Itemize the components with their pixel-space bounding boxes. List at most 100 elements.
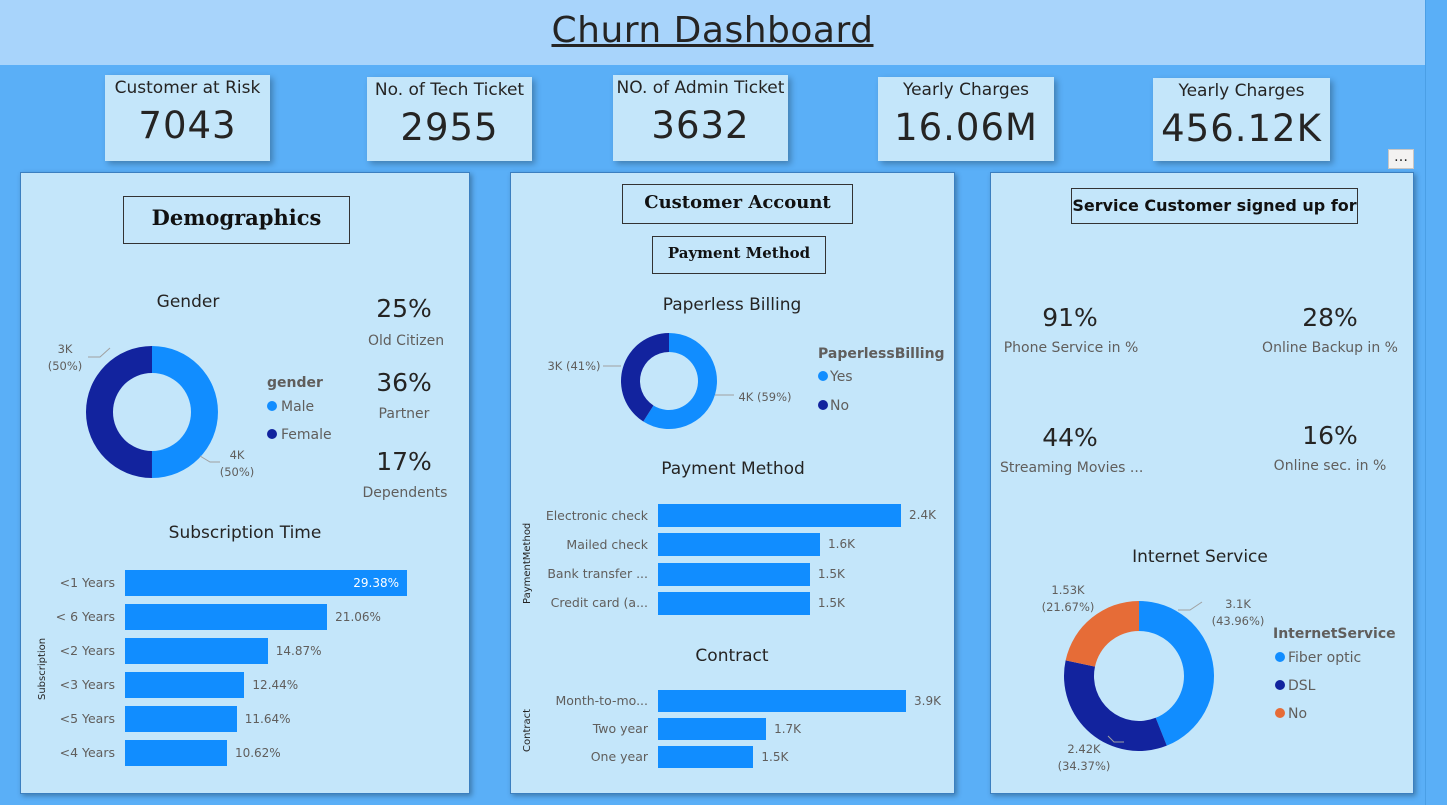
- category-label-mailed-check: Mailed check: [566, 536, 648, 552]
- label-percent: (21.67%): [1041, 600, 1095, 614]
- legend-item-no-internet[interactable]: No: [1275, 706, 1307, 722]
- online-security-label: Online sec. in %: [1273, 458, 1387, 474]
- legend-label: No: [830, 398, 850, 414]
- category-label-two-year: Two year: [592, 721, 648, 736]
- streaming-movies-label: Streaming Movies ...: [1000, 460, 1144, 476]
- legend-item-female[interactable]: Female: [267, 427, 332, 443]
- phone-service-label: Phone Service in %: [1003, 340, 1139, 356]
- kpi-card-yearly-charges: Yearly Charges 16.06M: [878, 77, 1054, 161]
- legend-dot: [1275, 652, 1285, 662]
- gender-leader-lines: [88, 347, 220, 463]
- page-title: Churn Dashboard: [551, 10, 874, 51]
- legend-label: Male: [281, 399, 315, 415]
- legend-item-dsl[interactable]: DSL: [1275, 678, 1315, 694]
- streaming-movies-value: 44%: [1042, 423, 1098, 452]
- data-label-6-years: 21.06%: [335, 609, 381, 624]
- bar-3-years[interactable]: [125, 672, 245, 698]
- bar-2-years[interactable]: [125, 638, 268, 664]
- category-label-electronic-check: Electronic check: [545, 507, 648, 523]
- services-heading: Service Customer signed up for: [1071, 188, 1358, 224]
- kpi-label: Customer at Risk: [114, 78, 261, 98]
- payment-method-subheading: Payment Method: [652, 236, 826, 274]
- partner-label: Partner: [378, 406, 430, 422]
- more-options-icon[interactable]: …: [1388, 149, 1414, 169]
- legend-item-no[interactable]: No: [818, 398, 849, 414]
- kpi-value: 456.12K: [1161, 107, 1322, 150]
- paperless-chart-title: Paperless Billing: [662, 295, 802, 315]
- category-label-1-years: <1 Years: [59, 575, 115, 590]
- old-citizen-label: Old Citizen: [367, 333, 445, 349]
- bar-two-year[interactable]: [658, 718, 767, 740]
- category-label-3-years: <3 Years: [59, 677, 115, 692]
- paperless-label-no: 3K (41%): [547, 359, 601, 373]
- kpi-card-customer-at-risk: Customer at Risk 7043: [105, 75, 270, 161]
- online-backup-label: Online Backup in %: [1262, 340, 1398, 356]
- kpi-label: Yearly Charges: [1178, 81, 1305, 101]
- data-label-2-years: 14.87%: [275, 643, 322, 658]
- legend-dot: [267, 429, 277, 439]
- data-label-1-years: 29.38%: [353, 575, 400, 590]
- contract-chart-title: Contract: [695, 646, 769, 666]
- label-value: 1.53K: [1051, 583, 1085, 597]
- legend-dot: [818, 371, 828, 381]
- bar-month-to-mo[interactable]: [658, 690, 906, 712]
- category-label-month-to-mo: Month-to-mo...: [555, 693, 648, 708]
- legend-item-male[interactable]: Male: [267, 399, 314, 415]
- category-label-6-years: < 6 Years: [55, 609, 115, 624]
- category-label-2-years: <2 Years: [59, 643, 115, 658]
- gender-legend-title: gender: [267, 375, 323, 391]
- phone-service-value: 91%: [1042, 303, 1098, 332]
- legend-label: Fiber optic: [1288, 650, 1362, 666]
- legend-item-yes[interactable]: Yes: [818, 369, 853, 385]
- bar-electronic-check[interactable]: [658, 504, 901, 527]
- kpi-label: No. of Tech Ticket: [374, 80, 525, 100]
- internet-label-dsl: 2.42K (34.37%): [1054, 741, 1114, 775]
- kpi-card-tech-ticket: No. of Tech Ticket 2955: [367, 77, 532, 161]
- bar-bank-transfer[interactable]: [658, 562, 810, 586]
- kpi-label: NO. of Admin Ticket: [616, 78, 785, 98]
- kpi-label: Yearly Charges: [902, 80, 1030, 100]
- category-label-credit-card-a: Credit card (a...: [550, 595, 648, 611]
- data-label-bank-transfer: 1.5K: [817, 566, 845, 581]
- data-label-3-years: 12.44%: [252, 677, 299, 692]
- online-security-value: 16%: [1302, 421, 1358, 450]
- kpi-value: 2955: [400, 106, 499, 149]
- bar-mailed-check[interactable]: [658, 533, 820, 557]
- bar-one-year[interactable]: [658, 746, 754, 768]
- category-label-4-years: <4 Years: [59, 745, 115, 760]
- data-label-mailed-check: 1.6K: [828, 537, 855, 552]
- legend-label: Yes: [830, 369, 853, 385]
- kpi-value: 7043: [138, 104, 237, 147]
- bar-credit-card-a[interactable]: [658, 591, 810, 615]
- scrollbar-track[interactable]: [1425, 0, 1447, 805]
- kpi-value: 16.06M: [894, 106, 1038, 149]
- data-label-two-year: 1.7K: [774, 721, 802, 736]
- legend-item-fiber-optic[interactable]: Fiber optic: [1275, 650, 1361, 666]
- gender-chart-title: Gender: [156, 292, 220, 312]
- label-value: 3.1K: [1225, 597, 1251, 611]
- customer-account-heading: Customer Account: [622, 184, 853, 224]
- internet-legend-title: InternetService: [1273, 626, 1396, 642]
- payment-method-chart-title: Payment Method: [661, 459, 805, 479]
- category-label-5-years: <5 Years: [59, 711, 115, 726]
- category-label-bank-transfer: Bank transfer ...: [547, 566, 648, 582]
- legend-label: No: [1288, 706, 1308, 722]
- online-backup-value: 28%: [1302, 303, 1358, 332]
- data-label-electronic-check: 2.4K: [909, 508, 936, 522]
- legend-dot: [818, 400, 828, 410]
- demographics-heading: Demographics: [123, 196, 350, 244]
- internet-label-no: 1.53K (21.67%): [1040, 582, 1096, 616]
- legend-dot: [1275, 680, 1285, 690]
- dependents-value: 17%: [376, 447, 432, 476]
- paperless-leader-lines: [603, 365, 734, 396]
- legend-label: Female: [281, 427, 332, 443]
- bar-5-years[interactable]: [125, 706, 237, 732]
- data-label-month-to-mo: 3.9K: [914, 693, 941, 708]
- legend-dot: [267, 401, 277, 411]
- data-label-4-years: 10.62%: [234, 745, 281, 760]
- bar-6-years[interactable]: [125, 604, 328, 630]
- paperless-legend-title: PaperlessBilling: [818, 346, 945, 362]
- dependents-label: Dependents: [362, 485, 448, 501]
- category-label-one-year: One year: [590, 749, 648, 764]
- bar-4-years[interactable]: [125, 740, 227, 766]
